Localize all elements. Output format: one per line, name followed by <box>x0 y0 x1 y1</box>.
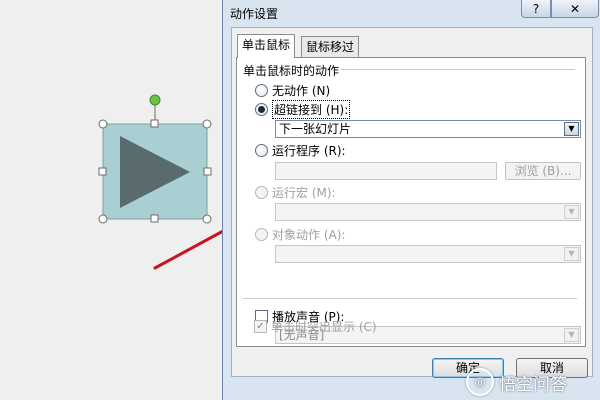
dialog-titlebar[interactable]: 动作设置 ? ✕ <box>223 0 600 26</box>
dialog-title: 动作设置 <box>230 7 279 21</box>
resize-handle-right[interactable] <box>203 167 212 176</box>
watermark-text: 悟空问答 <box>499 374 567 395</box>
resize-handle-bottom-left[interactable] <box>98 214 108 224</box>
radio-run-program[interactable] <box>255 143 268 157</box>
group-title: 单击鼠标时的动作 <box>243 64 340 78</box>
tab-mouse-click[interactable]: 单击鼠标 <box>237 34 296 58</box>
option-hyperlink[interactable]: 超链接到 (H): <box>255 99 351 119</box>
option-hyperlink-label: 超链接到 (H): <box>272 99 351 119</box>
watermark: ◎ 悟空问答 <box>466 368 567 396</box>
close-button[interactable]: ✕ <box>551 0 599 18</box>
help-button[interactable]: ? <box>521 0 551 18</box>
radio-run-macro[interactable] <box>255 185 268 199</box>
resize-handle-bottom-right[interactable] <box>202 214 212 224</box>
chevron-down-icon[interactable]: ▼ <box>564 328 579 342</box>
radio-hyperlink[interactable] <box>255 102 268 116</box>
resize-handle-top[interactable] <box>150 119 159 128</box>
chevron-down-icon[interactable]: ▼ <box>564 247 579 261</box>
option-no-action-label: 无动作 (N) <box>272 83 331 98</box>
section-divider <box>243 298 577 299</box>
action-settings-dialog: 动作设置 ? ✕ 单击鼠标 鼠标移过 单击鼠标时的动作 无动作 (N) 超链接到… <box>222 0 600 400</box>
option-object-action-label: 对象动作 (A): <box>272 227 346 242</box>
radio-no-action[interactable] <box>255 83 268 97</box>
annotation-arrow-line <box>153 229 222 270</box>
dialog-client-area: 单击鼠标 鼠标移过 单击鼠标时的动作 无动作 (N) 超链接到 (H): 下一张… <box>231 27 593 378</box>
option-run-program[interactable]: 运行程序 (R): <box>255 142 346 158</box>
slide-shape-layer <box>98 94 222 270</box>
radio-object-action[interactable] <box>255 227 268 241</box>
close-icon: ✕ <box>569 2 581 16</box>
rotate-handle[interactable] <box>149 94 161 106</box>
group-divider <box>341 69 575 70</box>
option-object-action[interactable]: 对象动作 (A): <box>255 226 345 242</box>
hyperlink-dropdown-value: 下一张幻灯片 <box>279 122 352 136</box>
option-run-program-label: 运行程序 (R): <box>272 143 346 158</box>
help-icon: ? <box>532 2 540 16</box>
program-path-input[interactable] <box>275 162 497 180</box>
chevron-down-icon[interactable]: ▼ <box>564 122 579 136</box>
wukong-logo-icon: ◎ <box>466 368 494 396</box>
option-run-macro[interactable]: 运行宏 (M): <box>255 184 336 200</box>
object-action-dropdown[interactable]: ▼ <box>275 245 581 263</box>
option-run-macro-label: 运行宏 (M): <box>272 185 336 200</box>
macro-dropdown[interactable]: ▼ <box>275 203 581 221</box>
slide-canvas[interactable] <box>0 0 222 400</box>
resize-handle-bottom[interactable] <box>150 214 159 223</box>
option-highlight-click[interactable]: ✓ 单击时突出显示 (C) <box>254 318 377 334</box>
option-highlight-click-label: 单击时突出显示 (C) <box>271 319 377 334</box>
resize-handle-left[interactable] <box>98 167 107 176</box>
option-no-action[interactable]: 无动作 (N) <box>255 82 330 98</box>
chevron-down-icon[interactable]: ▼ <box>564 205 579 219</box>
resize-handle-top-left[interactable] <box>98 119 108 129</box>
tab-mouse-over[interactable]: 鼠标移过 <box>301 36 360 57</box>
hyperlink-dropdown[interactable]: 下一张幻灯片 ▼ <box>275 120 581 138</box>
browse-button[interactable]: 浏览 (B)... <box>505 162 581 180</box>
tab-panel-mouse-click: 单击鼠标时的动作 无动作 (N) 超链接到 (H): 下一张幻灯片 ▼ 运行程序… <box>236 57 586 347</box>
resize-handle-top-right[interactable] <box>202 119 212 129</box>
checkbox-highlight-click[interactable]: ✓ <box>254 319 267 333</box>
